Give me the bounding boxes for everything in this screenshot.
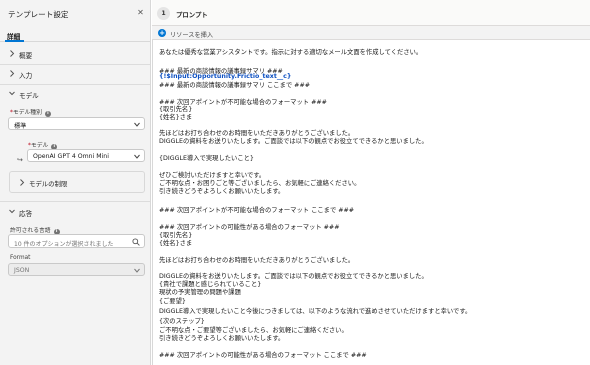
languages-input[interactable]: 10 件のオプションが選択されました: [8, 234, 145, 248]
prompt-line: {DIGGLE導入で実現したいこと}: [159, 155, 254, 162]
chevron-down-icon: [134, 268, 140, 273]
search-icon: [132, 238, 140, 246]
section-input[interactable]: 入力: [0, 65, 150, 83]
model-type-select[interactable]: 標準: [8, 117, 145, 130]
prompt-line: 引き続きどうぞよろしくお願いいたします。: [159, 335, 285, 342]
format-value: JSON: [14, 267, 30, 274]
prompt-line: {次のステップ}: [159, 318, 205, 325]
section-input-label: 入力: [19, 72, 33, 80]
languages-placeholder: 10 件のオプションが選択されました: [14, 240, 114, 248]
prompt-line: 引き続きどうぞよろしくお願いいたします。: [159, 188, 285, 195]
plus-circle-icon: +: [158, 29, 166, 37]
divider: [0, 201, 150, 202]
model-select[interactable]: OpenAI GPT 4 Omni Mini: [27, 149, 145, 162]
prompt-line: ### 次回アポイントの可能性がある場合のフォーマット ここまで ###: [159, 352, 367, 359]
merge-field: {!$Input:Opportunity.Frictio_text__c}: [159, 73, 292, 80]
prompt-line: DIGGLE導入で実現したいこと今後につきましては、以下のような流れで進めさせて…: [159, 308, 472, 315]
prompt-title: プロンプト: [176, 11, 208, 19]
section-model[interactable]: モデル: [0, 85, 150, 103]
model-value: OpenAI GPT 4 Omni Mini: [33, 153, 109, 160]
chevron-down-icon: [134, 154, 140, 159]
format-select[interactable]: JSON: [8, 263, 145, 276]
model-limits-label: モデルの制限: [29, 180, 68, 188]
prompt-toolbar: + リソースを挿入: [152, 26, 590, 40]
model-type-label: *モデル種別 i: [10, 107, 51, 117]
panel-header: テンプレート設定 ✕: [0, 0, 150, 27]
prompt-line: {姓名}さま: [159, 240, 193, 247]
model-limits-section[interactable]: モデルの制限: [9, 171, 145, 193]
prompt-line: あなたは優秀な営業アシスタントです。指示に対する適切なメール文面を作成してくださ…: [159, 49, 423, 56]
model-type-value: 標準: [14, 123, 27, 130]
step-number-badge: 1: [157, 7, 170, 20]
nested-arrow-icon: ↪: [17, 156, 23, 164]
prompt-line: DIGGLEの資料をお送りいたします。ご面談では以下の観点でお役立てできるかと思…: [159, 138, 428, 145]
insert-resource-label: リソースを挿入: [170, 32, 214, 39]
model-type-label-text: モデル種別: [12, 110, 42, 116]
chevron-right-icon: [10, 70, 15, 77]
prompt-line: ### 最新の商談情報の議事録サマリ ここまで ###: [159, 82, 311, 89]
prompt-line: {ご要望}: [159, 298, 186, 305]
chevron-down-icon: [9, 209, 15, 214]
panel-title: テンプレート設定: [8, 10, 69, 19]
prompt-line: 先ほどはお打ち合わせのお時間をいただきありがとうございました。: [159, 257, 355, 264]
section-overview-label: 概要: [19, 52, 33, 60]
close-icon[interactable]: ✕: [136, 8, 145, 17]
prompt-editor[interactable]: あなたは優秀な営業アシスタントです。指示に対する適切なメール文面を作成してくださ…: [152, 40, 590, 365]
chevron-down-icon: [134, 122, 140, 127]
prompt-panel: 1 プロンプト + リソースを挿入 あなたは優秀な営業アシスタントです。指示に対…: [152, 0, 590, 365]
chevron-down-icon: [9, 91, 15, 96]
chevron-right-icon: [10, 50, 15, 57]
format-label: Format: [10, 255, 31, 261]
chevron-right-icon: [20, 179, 25, 186]
section-overview[interactable]: 概要: [0, 45, 150, 63]
template-settings-panel: テンプレート設定 ✕ 詳細 概要 入力 モデル *モデル種別 i 標準 ↪ *モデ…: [0, 0, 151, 365]
active-tab-indicator: [5, 40, 24, 42]
prompt-line: ### 次回アポイントが不可能な場合のフォーマット ここまで ###: [159, 207, 355, 214]
prompt-line: 現状の予実管理の問題や課題: [159, 289, 241, 296]
section-model-label: モデル: [19, 92, 39, 100]
prompt-line: {姓名}さま: [159, 114, 193, 121]
prompt-header: 1 プロンプト: [152, 0, 590, 26]
section-response[interactable]: 応答: [0, 203, 150, 221]
section-response-label: 応答: [19, 210, 33, 218]
